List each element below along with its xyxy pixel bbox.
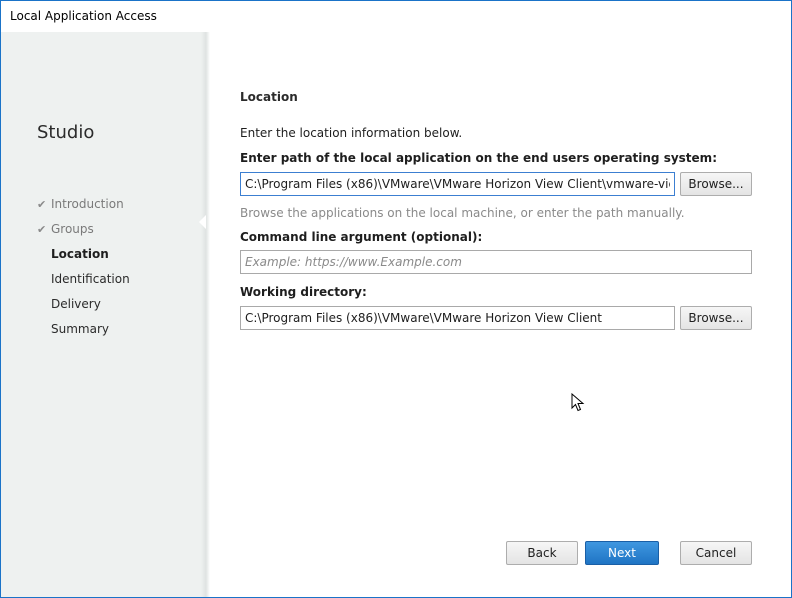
step-label: Delivery — [51, 297, 101, 311]
dialog-window: Local Application Access Studio ✔ Introdu… — [0, 0, 792, 598]
next-button[interactable]: Next — [585, 541, 659, 565]
studio-title: Studio — [37, 122, 95, 143]
check-icon: ✔ — [37, 223, 47, 236]
path-hint: Browse the applications on the local mac… — [240, 206, 685, 220]
back-button[interactable]: Back — [506, 541, 578, 565]
step-delivery: Delivery — [37, 294, 101, 314]
step-location: Location — [37, 244, 109, 264]
wizard-content: Location Enter the location information … — [210, 32, 791, 597]
step-identification: Identification — [37, 269, 130, 289]
command-line-argument-input[interactable] — [240, 250, 752, 274]
section-title: Location — [240, 90, 298, 104]
sidebar-divider — [201, 32, 210, 597]
step-groups: ✔ Groups — [37, 219, 94, 239]
working-directory-input[interactable] — [240, 306, 675, 330]
step-label: Identification — [51, 272, 130, 286]
step-label: Groups — [51, 222, 94, 236]
step-introduction: ✔ Introduction — [37, 194, 124, 214]
check-icon: ✔ — [37, 198, 47, 211]
cancel-button[interactable]: Cancel — [680, 541, 752, 565]
browse-workdir-button[interactable]: Browse... — [680, 306, 752, 330]
wizard-sidebar: Studio ✔ Introduction ✔ Groups Location Id… — [1, 32, 205, 597]
application-path-input[interactable] — [240, 172, 675, 196]
intro-text: Enter the location information below. — [240, 126, 463, 140]
current-step-arrow-icon — [199, 215, 206, 229]
window-title: Local Application Access — [10, 9, 157, 23]
args-label: Command line argument (optional): — [240, 230, 483, 244]
browse-path-button[interactable]: Browse... — [680, 172, 752, 196]
mouse-cursor-icon — [571, 393, 585, 412]
step-label: Location — [51, 247, 109, 261]
step-label: Summary — [51, 322, 109, 336]
step-label: Introduction — [51, 197, 124, 211]
workdir-label: Working directory: — [240, 285, 367, 299]
title-bar: Local Application Access — [1, 1, 791, 32]
path-label: Enter path of the local application on t… — [240, 151, 717, 165]
step-summary: Summary — [37, 319, 109, 339]
